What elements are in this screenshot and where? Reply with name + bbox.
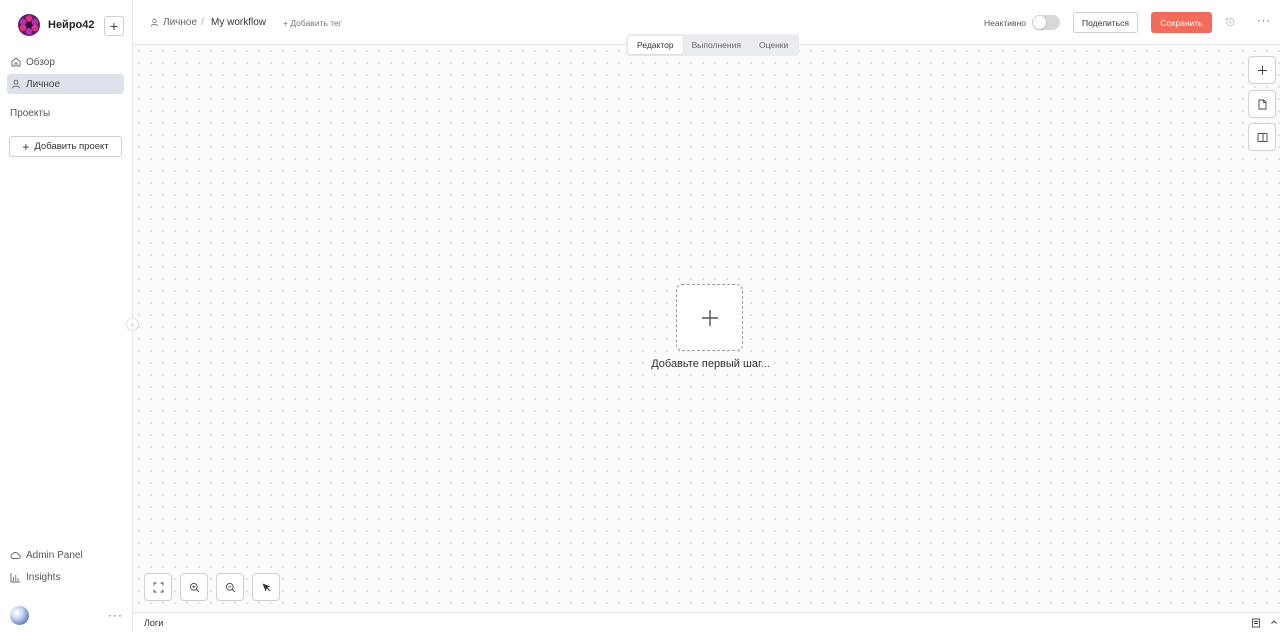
- tab-executions[interactable]: Выполнения: [683, 36, 750, 54]
- history-icon[interactable]: [1224, 16, 1236, 28]
- home-icon: [11, 57, 21, 67]
- fit-view-button[interactable]: [144, 573, 172, 601]
- status-label: Неактивно: [984, 18, 1026, 28]
- cloud-icon: [10, 550, 21, 561]
- bar-chart-icon: [10, 572, 21, 583]
- view-tabs: Редактор Выполнения Оценки: [626, 34, 800, 56]
- zoom-in-icon: [189, 582, 199, 592]
- sidebar-item-insights[interactable]: Insights: [10, 572, 60, 583]
- sidebar-item-label: Insights: [26, 572, 61, 583]
- breadcrumb-workspace[interactable]: Личное: [150, 17, 197, 28]
- chevron-up-icon[interactable]: [1269, 617, 1279, 627]
- brand[interactable]: Нейро42: [17, 13, 95, 37]
- workflow-title[interactable]: My workflow: [211, 17, 266, 28]
- sidebar: Нейро42 + Обзор Личное Проекты + Добавит…: [0, 0, 133, 632]
- cursor-icon: [262, 583, 270, 591]
- sidebar-item-admin-panel[interactable]: Admin Panel: [10, 550, 83, 561]
- active-toggle[interactable]: [1032, 15, 1060, 30]
- add-tag-button[interactable]: + Добавить тег: [283, 18, 342, 28]
- add-node-button[interactable]: [1248, 56, 1276, 84]
- sidebar-item-label: Admin Panel: [26, 550, 83, 561]
- breadcrumb-separator: /: [201, 16, 205, 28]
- zoom-out-icon: [225, 582, 235, 592]
- add-first-step-button[interactable]: [676, 284, 743, 351]
- zoom-in-button[interactable]: [180, 573, 208, 601]
- panel-icon: [1257, 132, 1267, 142]
- brand-name: Нейро42: [48, 19, 95, 31]
- plus-icon: [701, 309, 718, 326]
- add-note-button[interactable]: [1248, 90, 1276, 118]
- share-button[interactable]: Поделиться: [1073, 12, 1138, 33]
- projects-section-title: Проекты: [10, 108, 51, 119]
- sidebar-item-label: Обзор: [26, 56, 55, 68]
- plus-icon: [1257, 65, 1267, 75]
- select-mode-button[interactable]: [252, 573, 280, 601]
- sidebar-collapse-button[interactable]: ‹: [126, 318, 139, 331]
- new-workflow-button[interactable]: +: [104, 16, 124, 36]
- workflow-canvas[interactable]: Добавьте первый шаг...: [133, 45, 1280, 612]
- add-project-label: Добавить проект: [34, 141, 109, 152]
- avatar[interactable]: [10, 606, 29, 625]
- zoom-out-button[interactable]: [216, 573, 244, 601]
- breadcrumb-workspace-label: Личное: [163, 17, 198, 28]
- add-project-button[interactable]: + Добавить проект: [9, 136, 122, 157]
- sidebar-item-overview[interactable]: Обзор: [7, 52, 124, 72]
- save-button[interactable]: Сохранить: [1151, 12, 1212, 33]
- logo-icon: [18, 14, 40, 36]
- sidebar-item-label: Личное: [26, 78, 61, 90]
- sidebar-item-personal[interactable]: Личное: [7, 74, 124, 94]
- first-step-label: Добавьте первый шаг...: [651, 358, 770, 370]
- clear-logs-icon[interactable]: [1251, 618, 1261, 628]
- tab-evaluations[interactable]: Оценки: [750, 36, 797, 54]
- toggle-panel-button[interactable]: [1248, 123, 1276, 151]
- user-icon: [11, 79, 21, 89]
- fit-view-icon: [153, 582, 163, 592]
- logs-label: Логи: [144, 618, 164, 628]
- plus-icon: +: [22, 139, 30, 154]
- toggle-knob: [1033, 16, 1046, 29]
- more-options-button[interactable]: ···: [1257, 15, 1271, 27]
- account-more-button[interactable]: ···: [108, 608, 123, 622]
- tab-editor[interactable]: Редактор: [628, 36, 683, 54]
- logs-bar[interactable]: Логи: [133, 612, 1280, 632]
- user-icon: [150, 18, 159, 27]
- note-icon: [1258, 99, 1266, 109]
